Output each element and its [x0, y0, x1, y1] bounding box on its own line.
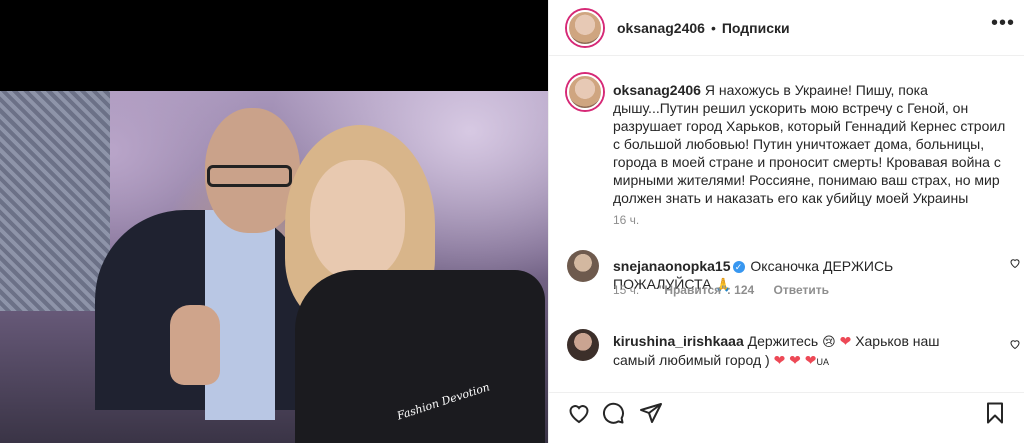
caption-body: Я нахожусь в Украине! Пишу, пока дышу...…	[613, 82, 1006, 206]
comment-likes-count[interactable]: "Нравится": 124	[659, 283, 755, 297]
photo-person-right-body	[295, 270, 545, 443]
crying-emoji-icon: 😢	[822, 334, 836, 349]
photo-person-right-face	[310, 160, 405, 280]
comment-body-part1: Держитесь	[747, 333, 819, 349]
comment-timestamp[interactable]: 15 ч.	[613, 283, 639, 297]
caption-username[interactable]: oksanag2406	[613, 82, 701, 98]
more-options-icon[interactable]: •••	[991, 12, 1015, 35]
red-hearts-icon: ❤ ❤ ❤	[773, 352, 817, 368]
author-avatar[interactable]	[567, 9, 603, 46]
post-actions-bar	[549, 392, 1024, 443]
photo-glasses	[207, 165, 292, 187]
comment-meta: 15 ч. "Нравится": 124 Ответить	[613, 283, 845, 297]
verified-badge-icon: ✓	[732, 261, 745, 273]
comment-like-heart-icon[interactable]	[1009, 257, 1021, 272]
post-media[interactable]: Fashion Devotion	[0, 0, 548, 443]
caption-timestamp[interactable]: 16 ч.	[613, 213, 639, 227]
photo-hand	[170, 305, 220, 385]
post-side-panel: oksanag2406 • Подписки ••• oksanag2406 Я…	[548, 0, 1024, 443]
comment-avatar[interactable]	[567, 329, 599, 361]
following-button[interactable]: Подписки	[722, 20, 790, 36]
caption-text: oksanag2406 Я нахожусь в Украине! Пишу, …	[613, 81, 1009, 207]
author-username[interactable]: oksanag2406	[617, 20, 705, 36]
bookmark-icon[interactable]	[983, 401, 1007, 425]
separator-dot: •	[710, 19, 716, 36]
caption-author-avatar[interactable]	[567, 74, 603, 110]
comment-username[interactable]: snejanaonopka15	[613, 258, 731, 274]
like-heart-icon[interactable]	[567, 401, 591, 425]
paper-plane-icon[interactable]	[639, 401, 663, 425]
comment-like-heart-icon[interactable]	[1009, 338, 1021, 353]
photo-jacket-left	[0, 91, 110, 311]
comment-username[interactable]: kirushina_irishkaaa	[613, 333, 744, 349]
comment-reply-button[interactable]: Ответить	[774, 283, 829, 297]
red-heart-icon: ❤	[839, 333, 852, 349]
post-header: oksanag2406 • Подписки •••	[549, 0, 1024, 56]
comment-text: kirushina_irishkaaa Держитесь 😢 ❤ Харько…	[613, 332, 983, 371]
ua-flag-icon: UA	[816, 357, 830, 367]
comment-bubble-icon[interactable]	[601, 401, 625, 425]
comment-avatar[interactable]	[567, 250, 599, 282]
